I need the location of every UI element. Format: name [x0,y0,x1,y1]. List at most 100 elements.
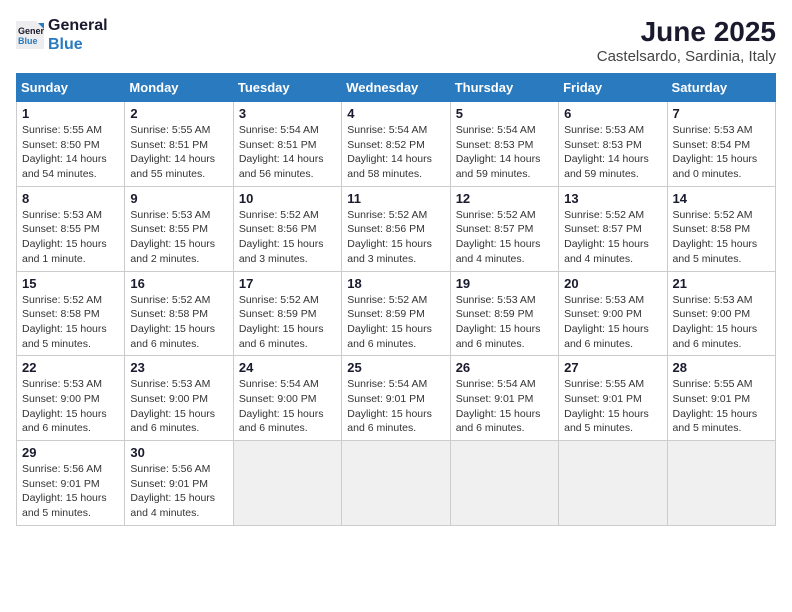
day-number: 8 [22,191,119,206]
calendar-cell: 20Sunrise: 5:53 AM Sunset: 9:00 PM Dayli… [559,271,667,356]
day-number: 7 [673,106,770,121]
day-info: Sunrise: 5:53 AM Sunset: 9:00 PM Dayligh… [130,377,227,436]
day-info: Sunrise: 5:53 AM Sunset: 9:00 PM Dayligh… [673,293,770,352]
day-number: 6 [564,106,661,121]
day-number: 26 [456,360,553,375]
day-info: Sunrise: 5:53 AM Sunset: 8:55 PM Dayligh… [130,208,227,267]
svg-text:General: General [18,26,44,36]
calendar-cell: 22Sunrise: 5:53 AM Sunset: 9:00 PM Dayli… [17,356,125,441]
day-info: Sunrise: 5:53 AM Sunset: 9:00 PM Dayligh… [22,377,119,436]
calendar-cell: 13 Sunrise: 5:52 AM Sunset: 8:57 PM Dayli… [559,186,667,271]
calendar-cell: 10 Sunrise: 5:52 AM Sunset: 8:56 PM Dayli… [233,186,341,271]
calendar: SundayMondayTuesdayWednesdayThursdayFrid… [16,73,776,526]
logo-icon: General Blue [16,21,44,49]
weekday-header-thursday: Thursday [450,74,558,102]
location: Castelsardo, Sardinia, Italy [597,48,776,65]
calendar-cell: 7 Sunrise: 5:53 AM Sunset: 8:54 PM Daylig… [667,102,775,187]
day-number: 12 [456,191,553,206]
weekday-header-friday: Friday [559,74,667,102]
calendar-cell: 6 Sunrise: 5:53 AM Sunset: 8:53 PM Daylig… [559,102,667,187]
day-info: Sunrise: 5:52 AM Sunset: 8:58 PM Dayligh… [673,208,770,267]
day-number: 3 [239,106,336,121]
day-info: Sunrise: 5:52 AM Sunset: 8:57 PM Dayligh… [456,208,553,267]
calendar-cell: 26 Sunrise: 5:54 AM Sunset: 9:01 PM Dayli… [450,356,558,441]
calendar-cell: 2 Sunrise: 5:55 AM Sunset: 8:51 PM Daylig… [125,102,233,187]
day-info: Sunrise: 5:52 AM Sunset: 8:58 PM Dayligh… [130,293,227,352]
weekday-header-monday: Monday [125,74,233,102]
weekday-header-sunday: Sunday [17,74,125,102]
logo-blue: Blue [48,35,108,54]
calendar-cell: 24 Sunrise: 5:54 AM Sunset: 9:00 PM Dayli… [233,356,341,441]
day-number: 20 [564,276,661,291]
day-info: Sunrise: 5:52 AM Sunset: 8:59 PM Dayligh… [239,293,336,352]
day-info: Sunrise: 5:55 AM Sunset: 9:01 PM Dayligh… [564,377,661,436]
calendar-week-1: 1Sunrise: 5:55 AM Sunset: 8:50 PM Daylig… [17,102,776,187]
calendar-cell: 14 Sunrise: 5:52 AM Sunset: 8:58 PM Dayli… [667,186,775,271]
calendar-cell: 1Sunrise: 5:55 AM Sunset: 8:50 PM Daylig… [17,102,125,187]
day-number: 1 [22,106,119,121]
calendar-cell: 30Sunrise: 5:56 AM Sunset: 9:01 PM Dayli… [125,441,233,526]
day-number: 17 [239,276,336,291]
day-number: 19 [456,276,553,291]
title-block: June 2025 Castelsardo, Sardinia, Italy [597,16,776,65]
day-number: 10 [239,191,336,206]
weekday-header-saturday: Saturday [667,74,775,102]
day-number: 16 [130,276,227,291]
calendar-cell: 11 Sunrise: 5:52 AM Sunset: 8:56 PM Dayli… [342,186,450,271]
calendar-week-3: 15 Sunrise: 5:52 AM Sunset: 8:58 PM Dayli… [17,271,776,356]
day-number: 13 [564,191,661,206]
day-info: Sunrise: 5:54 AM Sunset: 9:00 PM Dayligh… [239,377,336,436]
day-number: 29 [22,445,119,460]
day-info: Sunrise: 5:55 AM Sunset: 9:01 PM Dayligh… [673,377,770,436]
day-info: Sunrise: 5:53 AM Sunset: 8:53 PM Dayligh… [564,123,661,182]
day-number: 2 [130,106,227,121]
calendar-week-2: 8 Sunrise: 5:53 AM Sunset: 8:55 PM Daylig… [17,186,776,271]
day-number: 14 [673,191,770,206]
day-info: Sunrise: 5:52 AM Sunset: 8:56 PM Dayligh… [347,208,444,267]
calendar-cell: 16 Sunrise: 5:52 AM Sunset: 8:58 PM Dayli… [125,271,233,356]
svg-text:Blue: Blue [18,36,38,46]
day-number: 11 [347,191,444,206]
calendar-cell: 9 Sunrise: 5:53 AM Sunset: 8:55 PM Daylig… [125,186,233,271]
day-info: Sunrise: 5:55 AM Sunset: 8:51 PM Dayligh… [130,123,227,182]
calendar-cell: 17 Sunrise: 5:52 AM Sunset: 8:59 PM Dayli… [233,271,341,356]
day-info: Sunrise: 5:54 AM Sunset: 8:53 PM Dayligh… [456,123,553,182]
day-info: Sunrise: 5:56 AM Sunset: 9:01 PM Dayligh… [22,462,119,521]
calendar-cell [233,441,341,526]
calendar-cell: 23 Sunrise: 5:53 AM Sunset: 9:00 PM Dayli… [125,356,233,441]
calendar-cell: 8Sunrise: 5:53 AM Sunset: 8:55 PM Daylig… [17,186,125,271]
calendar-cell: 4Sunrise: 5:54 AM Sunset: 8:52 PM Daylig… [342,102,450,187]
day-number: 18 [347,276,444,291]
calendar-cell: 3 Sunrise: 5:54 AM Sunset: 8:51 PM Daylig… [233,102,341,187]
day-info: Sunrise: 5:54 AM Sunset: 8:51 PM Dayligh… [239,123,336,182]
day-info: Sunrise: 5:53 AM Sunset: 8:59 PM Dayligh… [456,293,553,352]
day-number: 9 [130,191,227,206]
day-number: 15 [22,276,119,291]
calendar-cell: 18 Sunrise: 5:52 AM Sunset: 8:59 PM Dayli… [342,271,450,356]
day-info: Sunrise: 5:53 AM Sunset: 8:54 PM Dayligh… [673,123,770,182]
logo-general: General [48,16,108,35]
day-info: Sunrise: 5:54 AM Sunset: 8:52 PM Dayligh… [347,123,444,182]
calendar-cell: 25Sunrise: 5:54 AM Sunset: 9:01 PM Dayli… [342,356,450,441]
weekday-header-row: SundayMondayTuesdayWednesdayThursdayFrid… [17,74,776,102]
calendar-cell: 21 Sunrise: 5:53 AM Sunset: 9:00 PM Dayli… [667,271,775,356]
calendar-week-4: 22Sunrise: 5:53 AM Sunset: 9:00 PM Dayli… [17,356,776,441]
calendar-cell: 5 Sunrise: 5:54 AM Sunset: 8:53 PM Daylig… [450,102,558,187]
calendar-cell [559,441,667,526]
day-number: 21 [673,276,770,291]
day-number: 30 [130,445,227,460]
calendar-cell: 29 Sunrise: 5:56 AM Sunset: 9:01 PM Dayli… [17,441,125,526]
day-number: 28 [673,360,770,375]
calendar-cell: 12 Sunrise: 5:52 AM Sunset: 8:57 PM Dayli… [450,186,558,271]
day-number: 25 [347,360,444,375]
day-number: 27 [564,360,661,375]
day-info: Sunrise: 5:52 AM Sunset: 8:57 PM Dayligh… [564,208,661,267]
day-number: 24 [239,360,336,375]
day-info: Sunrise: 5:52 AM Sunset: 8:56 PM Dayligh… [239,208,336,267]
calendar-cell: 15Sunrise: 5:52 AM Sunset: 8:58 PM Dayli… [17,271,125,356]
calendar-cell [342,441,450,526]
day-number: 23 [130,360,227,375]
day-info: Sunrise: 5:52 AM Sunset: 8:59 PM Dayligh… [347,293,444,352]
day-number: 5 [456,106,553,121]
day-info: Sunrise: 5:54 AM Sunset: 9:01 PM Dayligh… [456,377,553,436]
